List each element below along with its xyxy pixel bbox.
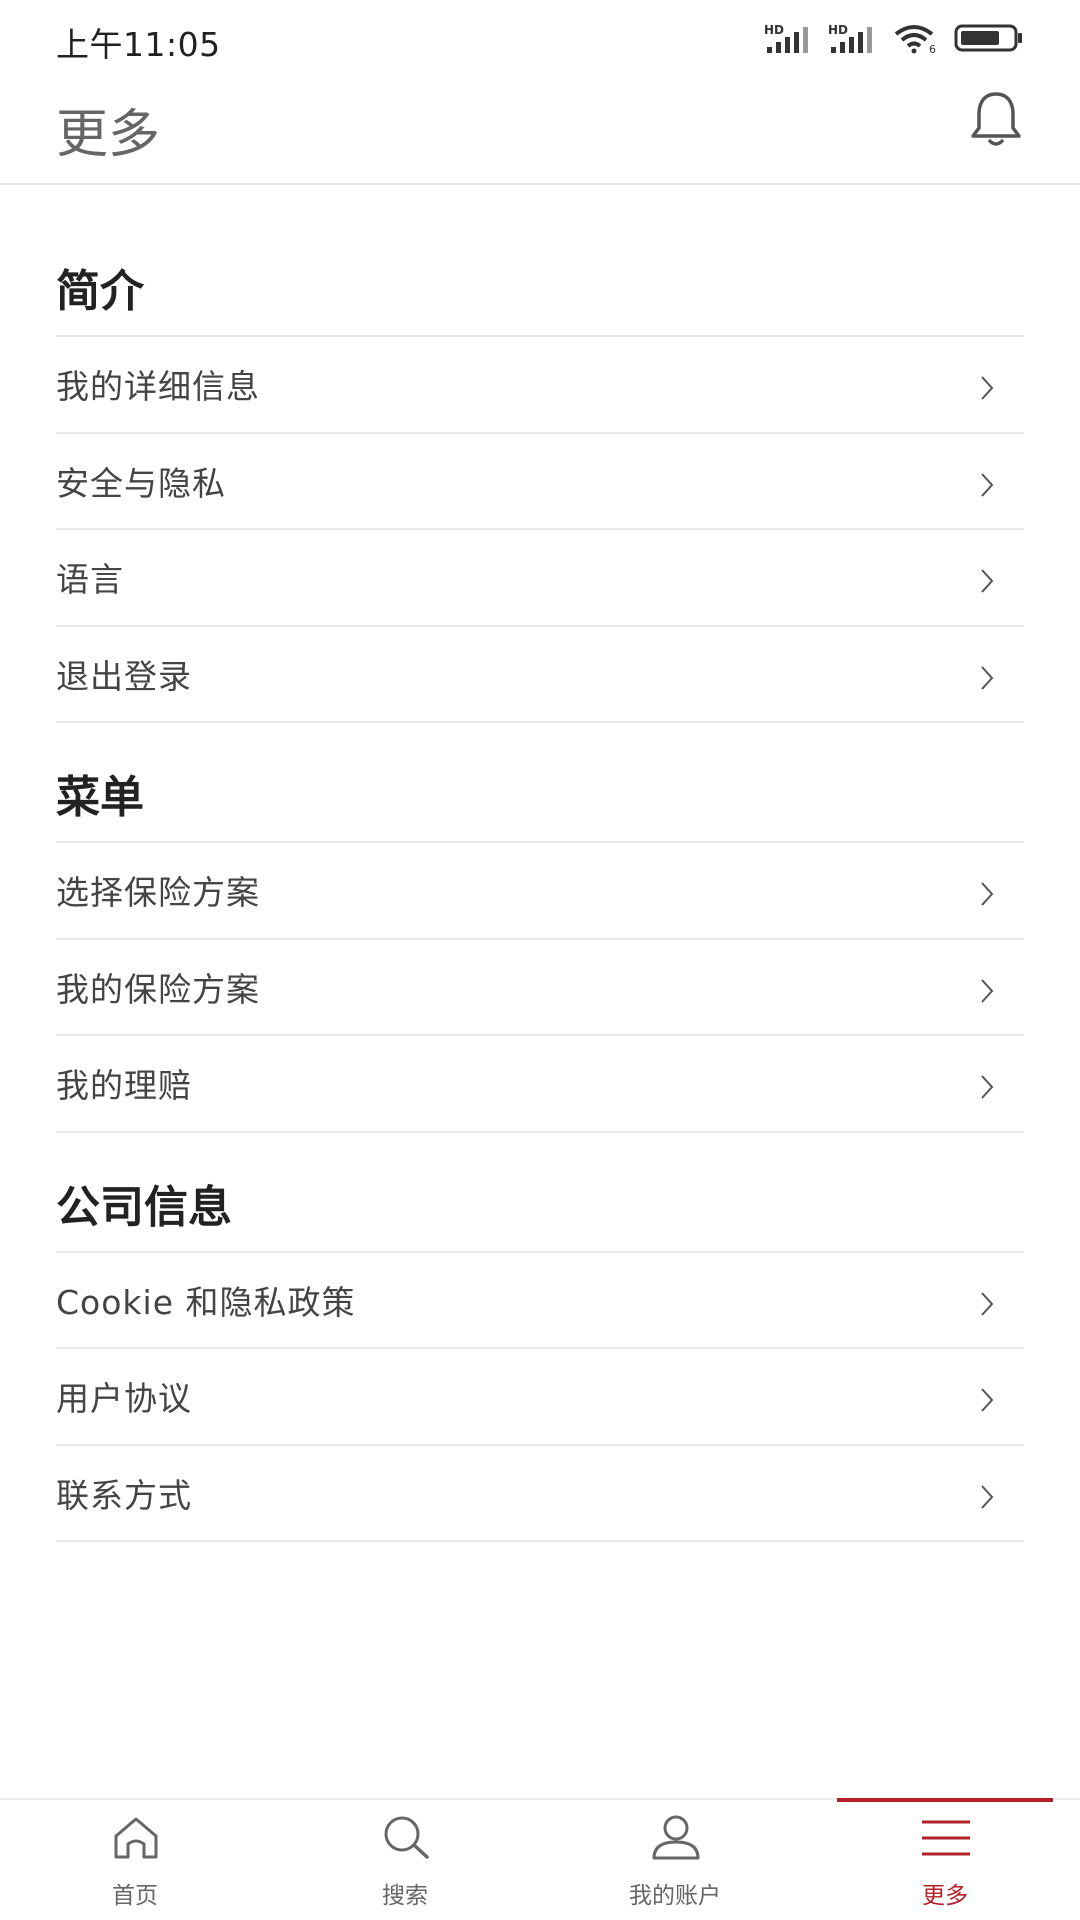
wifi-icon: 6 xyxy=(894,25,936,54)
user-icon xyxy=(652,1815,700,1860)
section-title-menu: 菜单 xyxy=(56,723,1024,843)
list-item-label: 安全与隐私 xyxy=(56,463,226,503)
chevron-right-icon xyxy=(981,978,994,1003)
list-item-label: 我的详细信息 xyxy=(56,367,260,407)
list-item-choose-plan[interactable]: 选择保险方案 xyxy=(56,843,1024,940)
list-item-label: 用户协议 xyxy=(56,1379,192,1419)
chevron-right-icon xyxy=(981,569,994,593)
nav-item-account[interactable]: 我的账户 xyxy=(540,1800,810,1920)
menu-icon xyxy=(922,1820,970,1856)
chevron-right-icon xyxy=(981,1291,994,1316)
list-item-label: Cookie 和隐私政策 xyxy=(56,1282,356,1322)
list-item-label: 联系方式 xyxy=(56,1475,192,1515)
nav-label: 首页 xyxy=(112,1883,158,1909)
list-item-language[interactable]: 语言 xyxy=(56,530,1024,627)
list-item-label: 语言 xyxy=(56,560,124,600)
list-item-user-agreement[interactable]: 用户协议 xyxy=(56,1349,1024,1446)
svg-text:6: 6 xyxy=(929,43,936,54)
more-screen: 上午11:05 HD HD 6 更多 简介 我的详细信息 安全与隐私 语言 退出… xyxy=(0,0,1080,1920)
bell-icon[interactable] xyxy=(968,90,1024,150)
list-item-my-claims[interactable]: 我的理赔 xyxy=(56,1036,1024,1133)
list-item-label: 选择保险方案 xyxy=(56,873,260,913)
chevron-right-icon xyxy=(981,665,994,690)
bottom-nav: 首页 搜索 我的账户 更多 xyxy=(0,1798,1080,1920)
home-icon xyxy=(114,1817,158,1859)
nav-item-home[interactable]: 首页 xyxy=(0,1800,270,1920)
list-item-label: 我的理赔 xyxy=(56,1066,192,1106)
chevron-right-icon xyxy=(981,1388,994,1412)
section-title-company-info: 公司信息 xyxy=(56,1133,1024,1253)
list-item-cookie-policy[interactable]: Cookie 和隐私政策 xyxy=(56,1253,1024,1349)
section-title-profile: 简介 xyxy=(56,185,1024,337)
search-icon xyxy=(384,1816,429,1859)
battery-icon xyxy=(954,24,1022,52)
settings-list: 简介 我的详细信息 安全与隐私 语言 退出登录 菜单 选择保险方案 我的保险方案 xyxy=(56,185,1024,1542)
list-item-label: 我的保险方案 xyxy=(56,969,260,1009)
list-item-logout[interactable]: 退出登录 xyxy=(56,627,1024,723)
svg-text:HD: HD xyxy=(828,23,848,37)
chevron-right-icon xyxy=(981,882,994,906)
nav-item-more[interactable]: 更多 xyxy=(810,1800,1080,1920)
signal-icon: HD xyxy=(764,23,808,53)
status-icons: HD HD 6 xyxy=(764,22,1024,54)
page-title: 更多 xyxy=(56,105,161,165)
status-time: 上午11:05 xyxy=(56,25,221,64)
list-item-label: 退出登录 xyxy=(56,656,192,696)
chevron-right-icon xyxy=(981,1484,994,1509)
nav-item-search[interactable]: 搜索 xyxy=(270,1800,540,1920)
status-bar: 上午11:05 HD HD 6 xyxy=(0,0,1080,84)
chevron-right-icon xyxy=(981,376,994,400)
list-item-security-privacy[interactable]: 安全与隐私 xyxy=(56,434,1024,530)
svg-text:HD: HD xyxy=(764,23,784,37)
nav-label: 更多 xyxy=(922,1883,968,1909)
list-item-contact[interactable]: 联系方式 xyxy=(56,1446,1024,1542)
nav-label: 搜索 xyxy=(382,1883,428,1909)
chevron-right-icon xyxy=(981,1075,994,1099)
list-item-my-details[interactable]: 我的详细信息 xyxy=(56,337,1024,434)
list-item-my-plans[interactable]: 我的保险方案 xyxy=(56,940,1024,1036)
signal-icon: HD xyxy=(828,23,872,53)
app-header: 更多 xyxy=(0,84,1080,185)
chevron-right-icon xyxy=(981,472,994,497)
nav-label: 我的账户 xyxy=(629,1883,721,1909)
